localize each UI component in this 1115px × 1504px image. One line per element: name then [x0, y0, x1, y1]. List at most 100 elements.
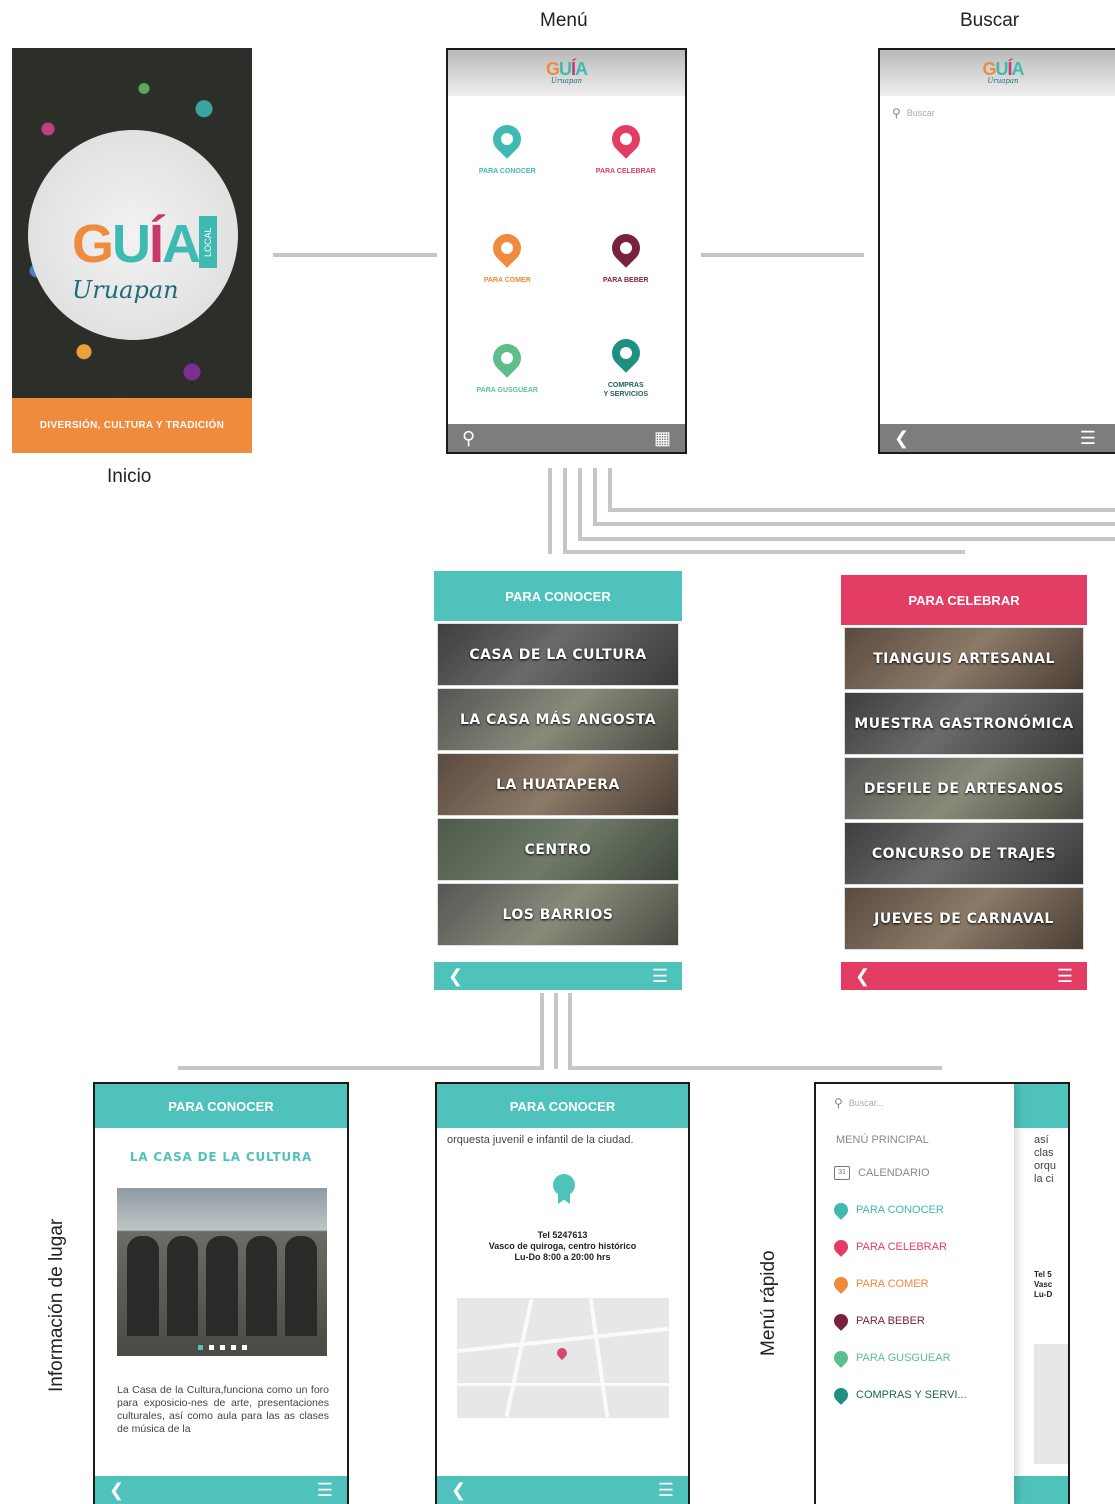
- hamburger-icon[interactable]: ☰: [317, 1481, 333, 1499]
- menu-title: MENÚ PRINCIPAL: [836, 1134, 929, 1146]
- connector-v6: [540, 993, 544, 1069]
- connector-v3: [578, 468, 582, 540]
- list-item[interactable]: LA HUATAPERA: [437, 753, 679, 816]
- background-screen: así clas orqu la ci Tel 5 Vasc Lu-D: [1014, 1084, 1068, 1504]
- menu-item-compras[interactable]: COMPRAS Y SERVICIOS: [567, 315, 686, 424]
- pin-icon: [831, 1310, 851, 1331]
- pin-icon: [605, 228, 646, 269]
- back-icon[interactable]: ❮: [451, 1481, 466, 1499]
- quick-item-beber[interactable]: PARA BEBER: [816, 1302, 1014, 1339]
- place-description: orquesta juvenil e infantil de la ciudad…: [447, 1134, 634, 1146]
- pin-icon: [831, 1236, 851, 1257]
- search-input[interactable]: Buscar...: [849, 1098, 884, 1108]
- list-item[interactable]: JUEVES DE CARNAVAL: [844, 887, 1084, 950]
- menu-item-beber[interactable]: PARA BEBER: [567, 205, 686, 314]
- back-icon[interactable]: ❮: [109, 1481, 124, 1499]
- address: Vasco de quiroga, centro histórico: [488, 1241, 637, 1251]
- info-header: PARA CONOCER: [95, 1084, 347, 1128]
- contact-info: Tel 5247613 Vasco de quiroga, centro his…: [437, 1230, 688, 1263]
- header-logo-script: Uruapan: [550, 77, 583, 85]
- menu-bottom-bar: ⚲ ▦: [448, 424, 685, 452]
- menu-item-gusguear[interactable]: PARA GUSGUEAR: [448, 315, 567, 424]
- search-input[interactable]: Buscar: [907, 108, 935, 118]
- place-description: La Casa de la Cultura,funciona como un f…: [117, 1384, 329, 1435]
- menu-item-celebrar[interactable]: PARA CELEBRAR: [567, 96, 686, 205]
- quick-search[interactable]: ⚲ Buscar...: [816, 1084, 1014, 1122]
- pin-icon: [831, 1199, 851, 1220]
- caption-menu: Menú: [540, 10, 588, 31]
- connector-h3: [593, 522, 1115, 526]
- list-item[interactable]: LA CASA MÁS ANGOSTA: [437, 688, 679, 751]
- list-bottom-bar: ❮ ☰: [434, 962, 682, 990]
- connector-h2: [578, 537, 1115, 541]
- back-icon[interactable]: ❮: [855, 967, 870, 985]
- list-item[interactable]: CONCURSO DE TRAJES: [844, 822, 1084, 885]
- splash-footer: DIVERSIÓN, CULTURA Y TRADICIÓN: [12, 398, 252, 453]
- caption-buscar: Buscar: [960, 10, 1020, 31]
- splash-local-tag: LOCAL: [199, 216, 217, 268]
- connector-menu-buscar: [701, 253, 864, 257]
- connector-inicio-menu: [273, 253, 437, 257]
- map-pin-icon: [554, 1345, 570, 1361]
- connector-h5: [178, 1066, 544, 1070]
- quick-item-compras[interactable]: COMPRAS Y SERVI...: [816, 1376, 1014, 1413]
- menu-item-conocer[interactable]: PARA CONOCER: [448, 96, 567, 205]
- calendar-icon[interactable]: ▦: [654, 429, 671, 447]
- connector-h6: [568, 1066, 942, 1070]
- menu-item-label: PARA BEBER: [602, 277, 649, 285]
- quick-item-comer[interactable]: PARA COMER: [816, 1265, 1014, 1302]
- pin-icon: [831, 1384, 851, 1405]
- menu-item-label: PARA CONOCER: [478, 168, 536, 176]
- connector-v1: [548, 468, 552, 554]
- list-item[interactable]: MUESTRA GASTRONÓMICA: [844, 692, 1084, 755]
- splash-script: Uruapan: [72, 276, 179, 304]
- connector-v7: [554, 993, 558, 1069]
- connector-v4: [593, 468, 597, 526]
- carousel-dots[interactable]: [117, 1345, 327, 1350]
- hamburger-icon[interactable]: ☰: [652, 967, 668, 985]
- list-item[interactable]: LOS BARRIOS: [437, 883, 679, 946]
- quick-item-celebrar[interactable]: PARA CELEBRAR: [816, 1228, 1014, 1265]
- menu-screen: GUÍA Uruapan PARA CONOCER PARA CELEBRAR …: [446, 48, 687, 454]
- pin-icon: [831, 1273, 851, 1294]
- search-icon: ⚲: [892, 106, 901, 120]
- location-map[interactable]: [457, 1298, 669, 1418]
- app-header: GUÍA Uruapan: [448, 50, 685, 96]
- menu-item-comer[interactable]: PARA COMER: [448, 205, 567, 314]
- hamburger-icon[interactable]: ☰: [1080, 429, 1096, 447]
- list-bottom-bar: ❮ ☰: [841, 962, 1087, 990]
- pin-icon: [831, 1347, 851, 1368]
- back-icon[interactable]: ❮: [894, 429, 909, 447]
- inicio-screen: GUÍA LOCAL Uruapan DIVERSIÓN, CULTURA Y …: [12, 48, 252, 453]
- list-item[interactable]: TIANGUIS ARTESANAL: [844, 627, 1084, 690]
- pin-icon: [487, 119, 528, 159]
- connector-v5: [608, 468, 612, 512]
- connector-v8: [568, 993, 572, 1069]
- search-screen: GUÍA Uruapan ⚲ Buscar ❮ ☰: [878, 48, 1115, 454]
- menu-item-label: PARA CELEBRAR: [595, 168, 656, 176]
- search-bar[interactable]: ⚲ Buscar: [880, 96, 1115, 130]
- hamburger-icon[interactable]: ☰: [1057, 967, 1073, 985]
- quick-item-calendar[interactable]: 31 CALENDARIO: [816, 1154, 1014, 1191]
- list-item[interactable]: CASA DE LA CULTURA: [437, 623, 679, 686]
- search-icon: ⚲: [834, 1096, 843, 1110]
- menu-item-label: COMPRAS Y SERVICIOS: [603, 382, 648, 399]
- contact-bottom-bar: ❮ ☰: [437, 1476, 688, 1504]
- menu-item-label: PARA COMER: [483, 277, 531, 285]
- quick-item-conocer[interactable]: PARA CONOCER: [816, 1191, 1014, 1228]
- hamburger-icon[interactable]: ☰: [658, 1481, 674, 1499]
- list-item[interactable]: CENTRO: [437, 818, 679, 881]
- phone-number[interactable]: Tel 5247613: [437, 1230, 688, 1241]
- caption-inicio: Inicio: [107, 466, 152, 487]
- back-icon[interactable]: ❮: [448, 967, 463, 985]
- search-bottom-bar: ❮ ☰: [880, 424, 1115, 452]
- list-item[interactable]: DESFILE DE ARTESANOS: [844, 757, 1084, 820]
- quick-item-gusguear[interactable]: PARA GUSGUEAR: [816, 1339, 1014, 1376]
- connector-v2: [563, 468, 567, 554]
- header-logo: GUÍA: [545, 59, 588, 79]
- connector-h1: [563, 550, 965, 554]
- contact-screen: PARA CONOCER orquesta juvenil e infantil…: [435, 1082, 690, 1504]
- caption-info-lugar: Información de lugar: [46, 1218, 67, 1392]
- search-icon[interactable]: ⚲: [462, 429, 475, 447]
- place-photo[interactable]: [117, 1188, 327, 1356]
